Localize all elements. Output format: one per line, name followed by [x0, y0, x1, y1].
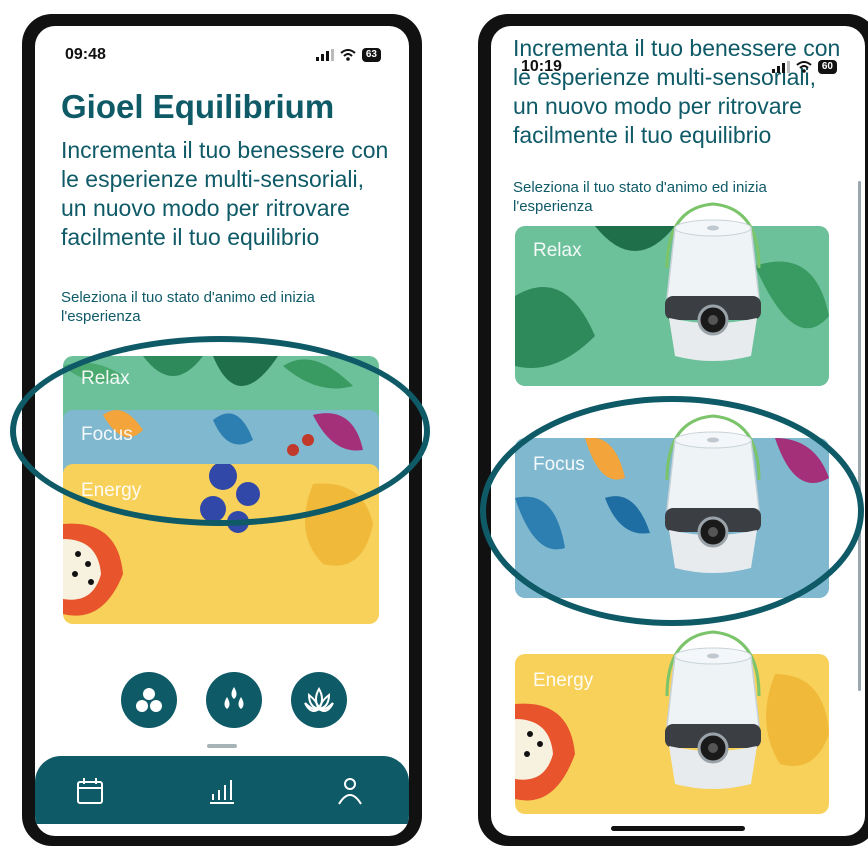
- calendar-icon[interactable]: [75, 776, 105, 806]
- phone-left: 09:48 63 Gioel Equilibrium Incrementa il…: [22, 14, 422, 846]
- battery-indicator: 60: [817, 60, 837, 74]
- lotus-button[interactable]: [291, 672, 347, 728]
- diffuser-device-image: [665, 202, 761, 361]
- status-icons: 63: [315, 48, 381, 62]
- stats-icon[interactable]: [207, 776, 237, 806]
- lotus-icon: [304, 687, 334, 712]
- signal-icon: [315, 49, 334, 61]
- drops-button[interactable]: [206, 672, 262, 728]
- intro-text: Incrementa il tuo benessere con le esper…: [61, 137, 389, 250]
- status-icons: 60: [771, 60, 837, 74]
- profile-icon[interactable]: [335, 776, 365, 806]
- molecule-icon: [136, 688, 162, 712]
- status-bar: 09:48 63: [35, 38, 409, 72]
- mood-prompt: Seleziona il tuo stato d'animo ed inizia…: [61, 289, 315, 325]
- card-label: Energy: [533, 670, 594, 691]
- signal-icon: [771, 61, 790, 73]
- card-label: Relax: [81, 368, 130, 389]
- battery-indicator: 63: [361, 48, 381, 62]
- page-title: Gioel Equilibrium: [61, 88, 335, 125]
- status-bar: 10:19 60: [491, 50, 865, 84]
- home-indicator[interactable]: [611, 826, 745, 831]
- diffuser-device-image: [665, 414, 761, 573]
- card-label: Relax: [533, 240, 582, 261]
- card-label: Energy: [81, 480, 142, 501]
- phone-right: Incrementa il tuo benessere con le esper…: [478, 14, 868, 846]
- drops-icon: [224, 687, 244, 709]
- card-label: Focus: [81, 424, 133, 445]
- scrollbar[interactable]: [858, 181, 861, 691]
- status-time: 09:48: [65, 46, 106, 63]
- card-label: Focus: [533, 454, 585, 475]
- wifi-icon: [340, 49, 356, 61]
- screen-right: Incrementa il tuo benessere con le esper…: [491, 26, 865, 836]
- card-energy[interactable]: Energy: [63, 464, 379, 624]
- screen-left: 09:48 63 Gioel Equilibrium Incrementa il…: [35, 26, 409, 836]
- wifi-icon: [796, 61, 812, 73]
- status-time: 10:19: [521, 58, 562, 75]
- tab-bar: [35, 756, 409, 824]
- drawer-handle[interactable]: [207, 744, 237, 748]
- diffuser-device-image: [665, 630, 761, 789]
- molecule-button[interactable]: [121, 672, 177, 728]
